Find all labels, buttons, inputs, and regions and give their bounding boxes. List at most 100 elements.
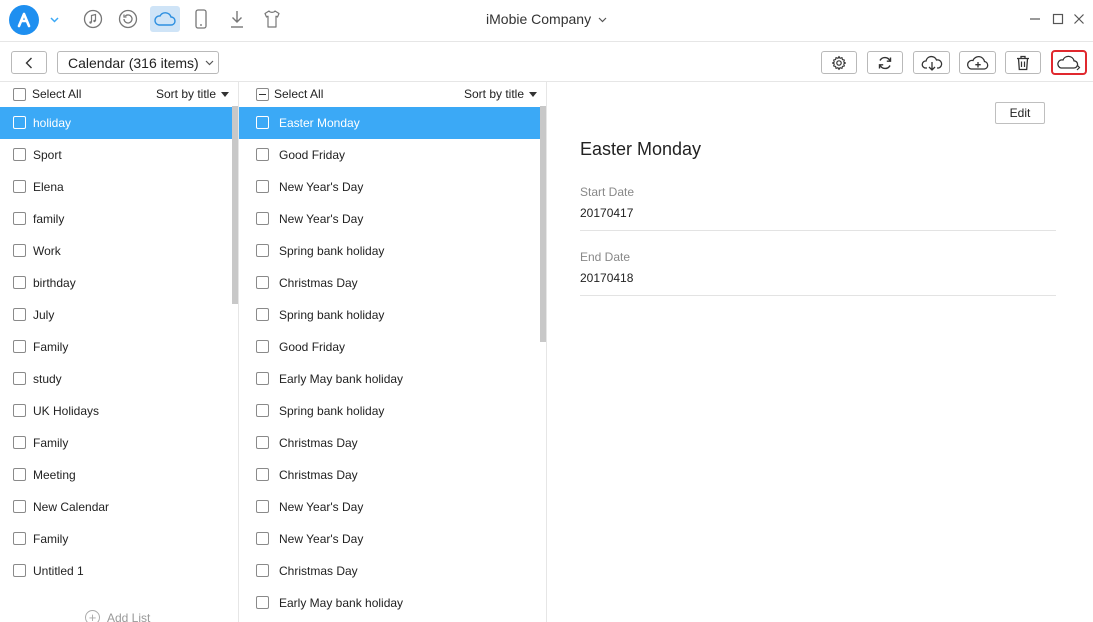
close-icon[interactable]: [1071, 11, 1087, 27]
add-list-label: Add List: [107, 610, 151, 622]
item-label: Spring bank holiday: [279, 244, 385, 258]
item-checkbox[interactable]: [13, 500, 26, 513]
item-checkbox[interactable]: [256, 116, 269, 129]
item-checkbox[interactable]: [13, 404, 26, 417]
item-checkbox[interactable]: [256, 404, 269, 417]
end-date-value: 20170418: [580, 271, 634, 285]
event-list-item[interactable]: New Year's Day: [239, 203, 546, 235]
select-all-checkbox[interactable]: [256, 88, 269, 101]
category-dropdown[interactable]: Calendar (316 items): [57, 51, 219, 74]
history-icon[interactable]: [113, 6, 143, 32]
item-checkbox[interactable]: [256, 564, 269, 577]
calendar-list-item[interactable]: Family: [0, 523, 238, 555]
event-list-item[interactable]: Christmas Day: [239, 267, 546, 299]
item-checkbox[interactable]: [256, 372, 269, 385]
event-list-header: Select All Sort by title: [239, 82, 546, 107]
back-button[interactable]: [11, 51, 47, 74]
calendar-list-item[interactable]: family: [0, 203, 238, 235]
event-list-item[interactable]: Early May bank holiday: [239, 587, 546, 619]
select-all-checkbox[interactable]: [13, 88, 26, 101]
device-selector[interactable]: iMobie Company: [486, 11, 607, 27]
icloud-icon[interactable]: [150, 6, 180, 32]
item-checkbox[interactable]: [13, 180, 26, 193]
maximize-icon[interactable]: [1050, 11, 1066, 27]
calendar-list-item[interactable]: Meeting: [0, 459, 238, 491]
edit-button[interactable]: Edit: [995, 102, 1045, 124]
item-checkbox[interactable]: [13, 468, 26, 481]
calendar-list-item[interactable]: holiday: [0, 107, 238, 139]
event-list-item[interactable]: Christmas Day: [239, 459, 546, 491]
item-checkbox[interactable]: [13, 244, 26, 257]
calendar-list-item[interactable]: New Calendar: [0, 491, 238, 523]
item-checkbox[interactable]: [256, 340, 269, 353]
calendar-list-item[interactable]: Work: [0, 235, 238, 267]
event-list-item[interactable]: Christmas Day: [239, 427, 546, 459]
item-checkbox[interactable]: [13, 276, 26, 289]
calendar-list-item[interactable]: Elena: [0, 171, 238, 203]
phone-icon[interactable]: [186, 6, 216, 32]
item-checkbox[interactable]: [256, 500, 269, 513]
item-checkbox[interactable]: [256, 276, 269, 289]
calendar-list-item[interactable]: July: [0, 299, 238, 331]
calendar-list-item[interactable]: Sport: [0, 139, 238, 171]
event-list-item[interactable]: Early May bank holiday: [239, 363, 546, 395]
sort-dropdown[interactable]: Sort by title: [464, 87, 538, 101]
refresh-button[interactable]: [867, 51, 903, 74]
calendar-list-item[interactable]: UK Holidays: [0, 395, 238, 427]
calendar-list-item[interactable]: birthday: [0, 267, 238, 299]
add-list-button[interactable]: + Add List: [85, 610, 150, 622]
calendar-list-item[interactable]: Untitled 1: [0, 555, 238, 587]
toolbar: Calendar (316 items): [0, 41, 1093, 82]
event-list-item[interactable]: Good Friday: [239, 139, 546, 171]
item-checkbox[interactable]: [256, 244, 269, 257]
delete-button[interactable]: [1005, 51, 1041, 74]
event-list-scrollbar[interactable]: [540, 106, 546, 342]
tshirt-icon[interactable]: [257, 6, 287, 32]
item-checkbox[interactable]: [13, 148, 26, 161]
event-list-item[interactable]: New Year's Day: [239, 523, 546, 555]
minimize-icon[interactable]: [1027, 11, 1043, 27]
select-all-label: Select All: [274, 87, 324, 101]
item-checkbox[interactable]: [256, 596, 269, 609]
item-checkbox[interactable]: [256, 212, 269, 225]
upload-to-icloud-button[interactable]: [959, 51, 996, 74]
event-list-item[interactable]: Good Friday: [239, 331, 546, 363]
item-checkbox[interactable]: [256, 436, 269, 449]
item-checkbox[interactable]: [13, 212, 26, 225]
download-to-computer-button[interactable]: [913, 51, 950, 74]
settings-button[interactable]: [821, 51, 857, 74]
event-list-item[interactable]: Spring bank holiday: [239, 395, 546, 427]
event-list-item[interactable]: Spring bank holiday: [239, 235, 546, 267]
item-checkbox[interactable]: [13, 308, 26, 321]
item-checkbox[interactable]: [13, 116, 26, 129]
item-checkbox[interactable]: [256, 308, 269, 321]
calendar-list-item[interactable]: Family: [0, 331, 238, 363]
item-checkbox[interactable]: [13, 564, 26, 577]
calendar-list-item[interactable]: Family: [0, 427, 238, 459]
trash-icon: [1017, 55, 1029, 70]
calendar-list-scrollbar[interactable]: [232, 106, 238, 304]
chevron-down-icon[interactable]: [47, 13, 61, 27]
event-list-item[interactable]: New Year's Day: [239, 171, 546, 203]
item-checkbox[interactable]: [256, 148, 269, 161]
music-icon[interactable]: [78, 6, 108, 32]
item-checkbox[interactable]: [256, 468, 269, 481]
item-checkbox[interactable]: [13, 372, 26, 385]
sort-dropdown[interactable]: Sort by title: [156, 87, 230, 101]
item-checkbox[interactable]: [13, 532, 26, 545]
icloud-to-icloud-button[interactable]: [1051, 50, 1087, 75]
event-list-item[interactable]: New Year's Day: [239, 491, 546, 523]
download-icon[interactable]: [222, 6, 252, 32]
app-logo-icon[interactable]: [9, 5, 39, 35]
item-checkbox[interactable]: [13, 340, 26, 353]
item-checkbox[interactable]: [256, 180, 269, 193]
event-list-item[interactable]: Spring bank holiday: [239, 299, 546, 331]
event-list-item[interactable]: Christmas Day: [239, 555, 546, 587]
item-checkbox[interactable]: [256, 532, 269, 545]
item-checkbox[interactable]: [13, 436, 26, 449]
item-label: family: [33, 212, 65, 226]
item-label: New Year's Day: [279, 532, 364, 546]
item-label: Sport: [33, 148, 62, 162]
event-list-item[interactable]: Easter Monday: [239, 107, 546, 139]
calendar-list-item[interactable]: study: [0, 363, 238, 395]
